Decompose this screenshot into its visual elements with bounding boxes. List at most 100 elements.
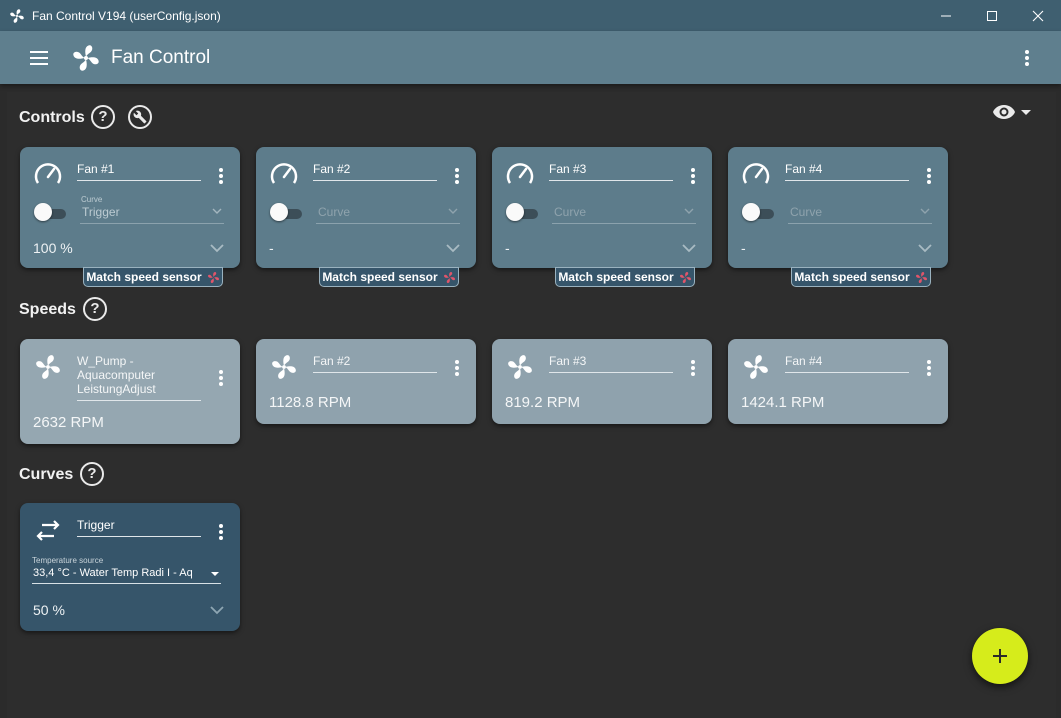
speed-card-fan-2[interactable]: Fan #2 1128.8 RPM: [256, 339, 476, 424]
wrench-icon: [133, 110, 147, 124]
controls-help-button[interactable]: ?: [91, 105, 115, 129]
speed-value: 819.2 RPM: [505, 394, 581, 411]
temperature-source-value: 33,4 °C - Water Temp Radi I - Aq: [33, 567, 193, 579]
chevron-down-icon: [920, 208, 930, 214]
more-vert-icon[interactable]: [926, 167, 932, 185]
control-name-field[interactable]: Fan #3: [549, 162, 673, 181]
fan-icon: [272, 355, 296, 379]
speeds-help-button[interactable]: ?: [83, 297, 107, 321]
swap-arrows-icon: [36, 520, 60, 541]
expand-chevron-icon[interactable]: [682, 243, 696, 253]
curve-select[interactable]: Curve: [788, 204, 932, 224]
minimize-icon: [941, 15, 951, 16]
control-name-field[interactable]: Fan #2: [313, 162, 437, 181]
controls-section-title: Controls: [19, 109, 85, 126]
gauge-icon: [742, 163, 770, 184]
curve-select[interactable]: Curve: [316, 204, 460, 224]
match-speed-sensor-badge[interactable]: Match speed sensor: [83, 267, 223, 287]
main-content: Controls ? Fan #1 Curve Trigger 100 % Ma…: [7, 92, 1056, 718]
curve-select-value: Curve: [554, 205, 587, 219]
match-speed-sensor-badge[interactable]: Match speed sensor: [555, 267, 695, 287]
caret-down-icon: [211, 572, 219, 576]
speed-name-field[interactable]: W_Pump - Aquacomputer LeistungAdjust: [77, 354, 201, 401]
appbar-more-button[interactable]: [1012, 38, 1042, 78]
more-vert-icon[interactable]: [690, 359, 696, 377]
match-badge-label: Match speed sensor: [558, 270, 674, 284]
speed-card-fan-3[interactable]: Fan #3 819.2 RPM: [492, 339, 712, 424]
more-vert-icon[interactable]: [926, 359, 932, 377]
speeds-section-title: Speeds: [19, 301, 76, 318]
enable-toggle[interactable]: [506, 203, 538, 221]
enable-toggle[interactable]: [270, 203, 302, 221]
fan-icon: [679, 271, 691, 283]
control-card-fan-2[interactable]: Fan #2 Curve -: [256, 147, 476, 268]
more-vert-icon[interactable]: [218, 167, 224, 185]
eye-icon: [993, 105, 1015, 119]
app-title: Fan Control: [111, 46, 211, 68]
close-icon: [1032, 10, 1044, 21]
curve-select[interactable]: Trigger: [80, 204, 224, 224]
expand-chevron-icon[interactable]: [446, 243, 460, 253]
fan-icon: [443, 271, 455, 283]
speed-name-field[interactable]: Fan #2: [313, 354, 437, 373]
minimize-button[interactable]: [923, 0, 969, 31]
match-badge-label: Match speed sensor: [86, 270, 202, 284]
more-vert-icon[interactable]: [454, 167, 460, 185]
more-vert-icon[interactable]: [690, 167, 696, 185]
control-value: -: [505, 240, 510, 256]
gauge-icon: [270, 163, 298, 184]
curve-select-value: Trigger: [82, 205, 120, 219]
visibility-button[interactable]: [992, 104, 1033, 120]
enable-toggle[interactable]: [34, 203, 66, 221]
more-vert-icon[interactable]: [454, 359, 460, 377]
match-badge-label: Match speed sensor: [794, 270, 910, 284]
app-bar: Fan Control: [0, 31, 1061, 84]
curves-section-title: Curves: [19, 466, 74, 483]
speed-name-field[interactable]: Fan #3: [549, 354, 673, 373]
fan-logo-icon: [73, 44, 99, 71]
enable-toggle[interactable]: [742, 203, 774, 221]
caret-down-icon: [1021, 110, 1031, 115]
fan-icon: [508, 355, 532, 379]
fan-icon: [915, 271, 927, 283]
speed-name-field[interactable]: Fan #4: [785, 354, 909, 373]
speed-card-w-pump[interactable]: W_Pump - Aquacomputer LeistungAdjust 263…: [20, 339, 240, 444]
curve-name-field[interactable]: Trigger: [77, 518, 201, 537]
speed-value: 1128.8 RPM: [269, 394, 352, 411]
speed-card-fan-4[interactable]: Fan #4 1424.1 RPM: [728, 339, 948, 424]
maximize-icon: [987, 10, 997, 21]
close-button[interactable]: [1015, 0, 1061, 31]
chevron-down-icon: [212, 208, 222, 214]
control-value: -: [269, 240, 274, 256]
more-vert-icon[interactable]: [218, 523, 224, 541]
expand-chevron-icon[interactable]: [210, 605, 224, 615]
expand-chevron-icon[interactable]: [210, 243, 224, 253]
hamburger-icon: [30, 50, 48, 65]
control-name-field[interactable]: Fan #4: [785, 162, 909, 181]
curves-help-button[interactable]: ?: [80, 462, 104, 486]
maximize-button[interactable]: [969, 0, 1015, 31]
control-name-field[interactable]: Fan #1: [77, 162, 201, 181]
curve-select-value: Curve: [318, 205, 351, 219]
hamburger-menu-button[interactable]: [19, 38, 59, 78]
fan-icon: [207, 271, 219, 283]
speed-value: 2632 RPM: [33, 414, 104, 431]
temperature-source-select[interactable]: 33,4 °C - Water Temp Radi I - Aq: [32, 566, 221, 584]
fan-icon: [36, 355, 60, 379]
match-badge-label: Match speed sensor: [322, 270, 438, 284]
more-vert-icon[interactable]: [218, 369, 224, 387]
curve-card-trigger[interactable]: Trigger Temperature source 33,4 °C - Wat…: [20, 503, 240, 631]
match-speed-sensor-badge[interactable]: Match speed sensor: [319, 267, 459, 287]
add-fab-button[interactable]: [972, 628, 1028, 684]
controls-wrench-button[interactable]: [128, 105, 152, 129]
match-speed-sensor-badge[interactable]: Match speed sensor: [791, 267, 931, 287]
control-card-fan-4[interactable]: Fan #4 Curve -: [728, 147, 948, 268]
control-card-fan-3[interactable]: Fan #3 Curve -: [492, 147, 712, 268]
control-card-fan-1[interactable]: Fan #1 Curve Trigger 100 %: [20, 147, 240, 268]
curve-select[interactable]: Curve: [552, 204, 696, 224]
temperature-source-label: Temperature source: [32, 556, 104, 565]
help-icon: ?: [90, 300, 100, 317]
expand-chevron-icon[interactable]: [918, 243, 932, 253]
window-titlebar: Fan Control V194 (userConfig.json): [0, 0, 1061, 31]
fan-icon: [744, 355, 768, 379]
